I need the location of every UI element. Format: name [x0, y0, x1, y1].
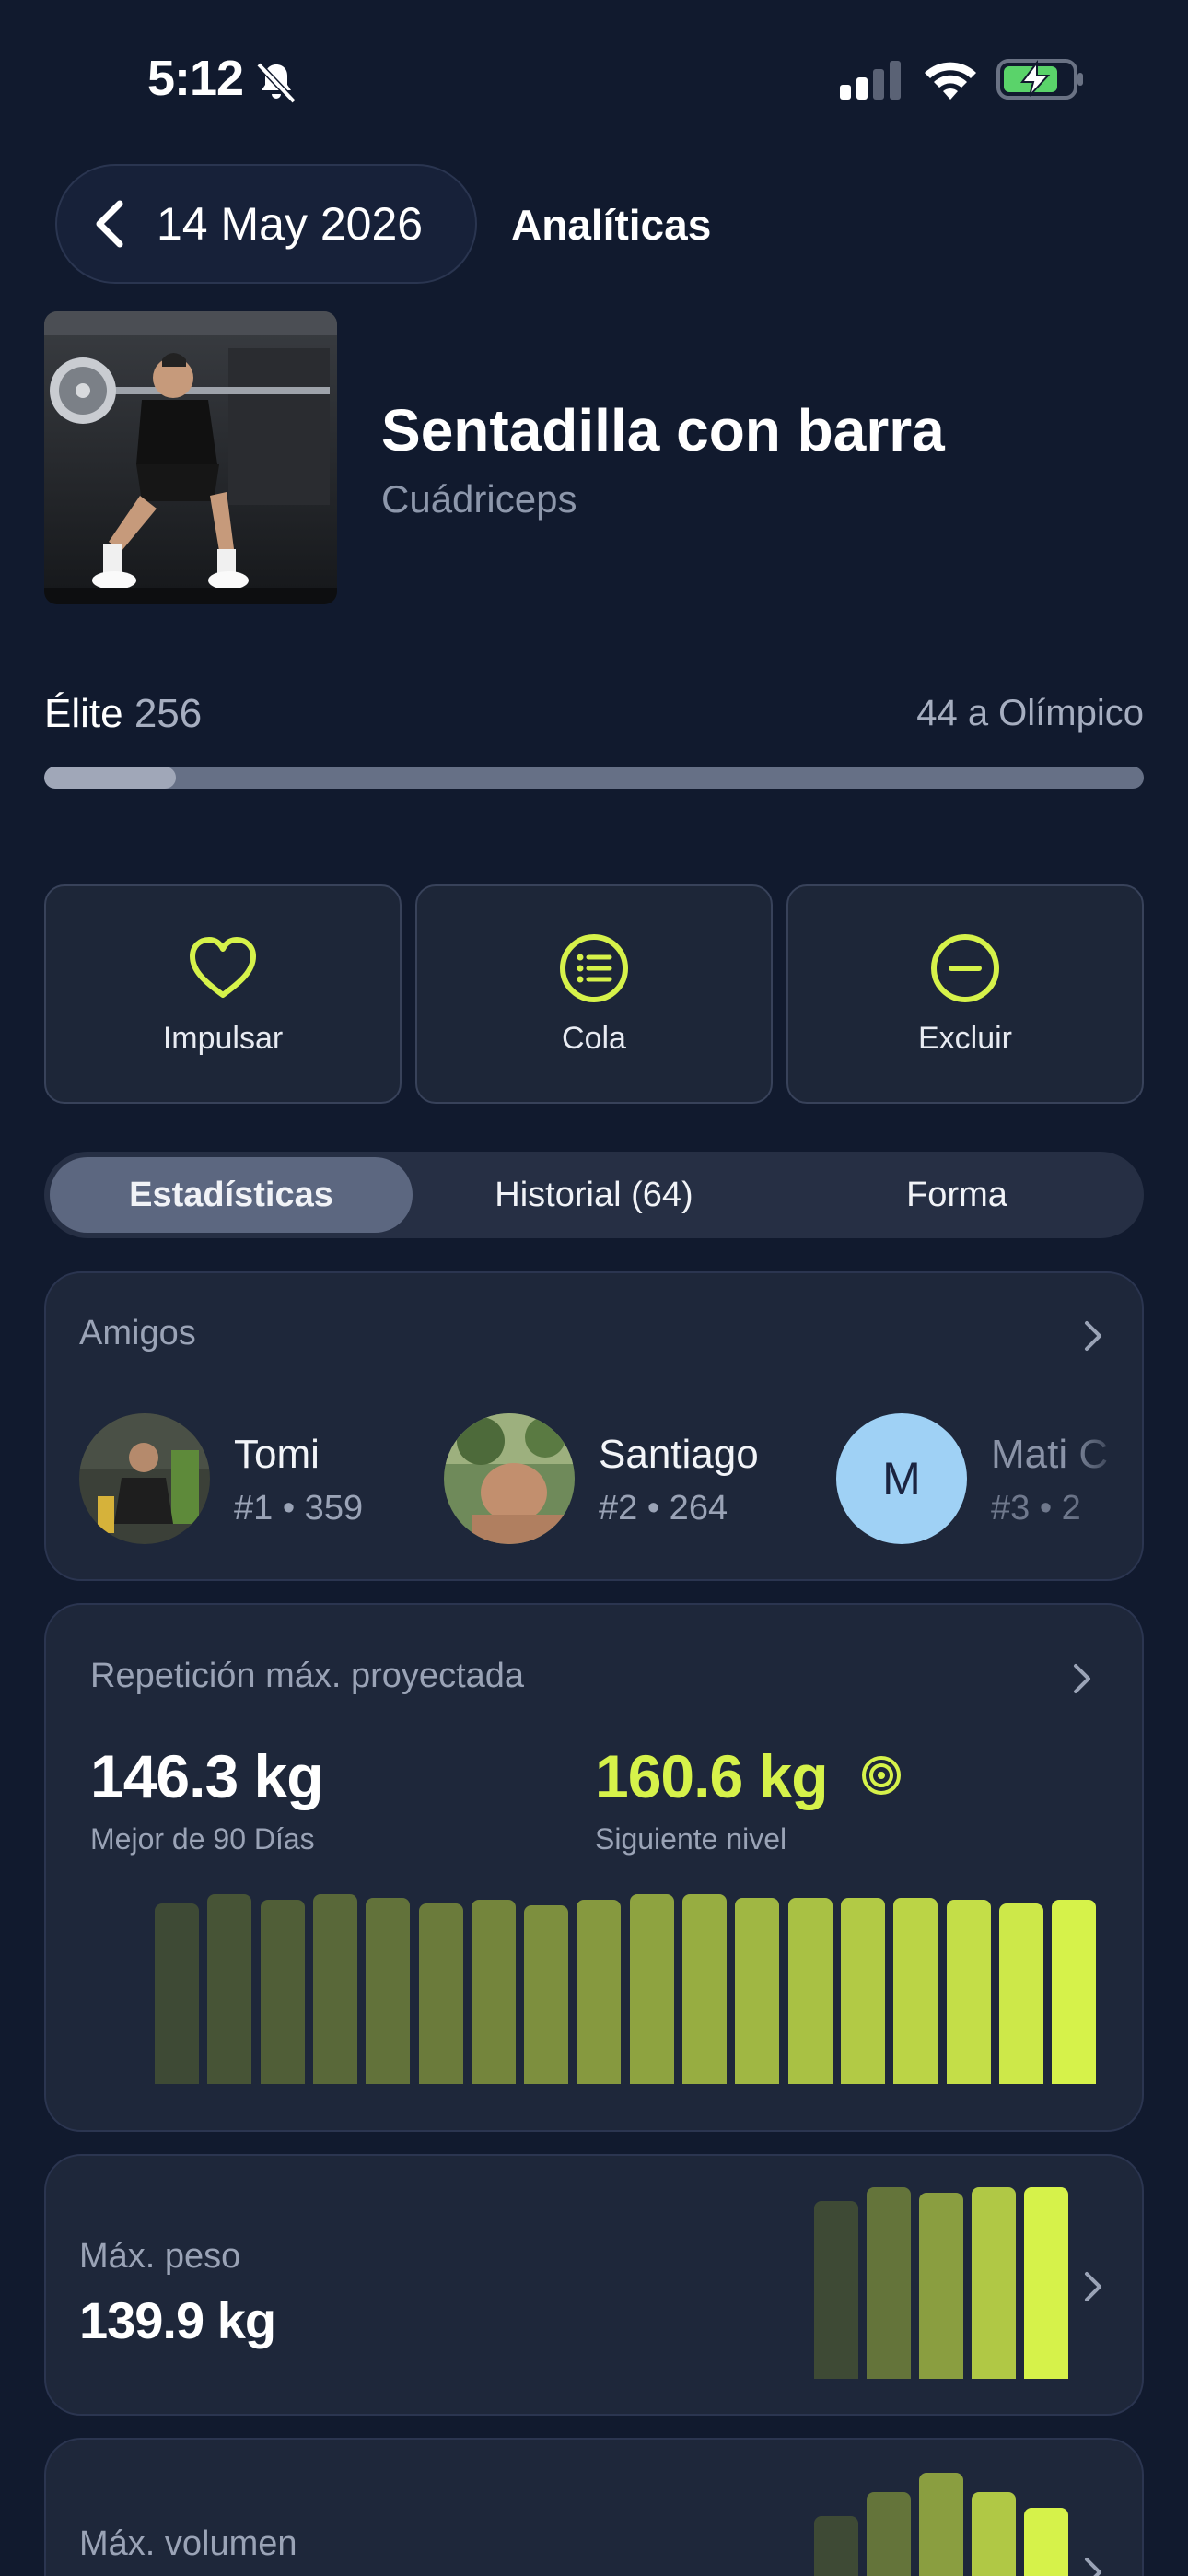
max-volume-bar — [972, 2492, 1016, 2576]
tab-history[interactable]: Historial (64) — [413, 1157, 775, 1233]
friend-name: Santiago — [599, 1432, 759, 1477]
chevron-right-icon — [1085, 1321, 1101, 1351]
max-weight-bar — [919, 2193, 963, 2379]
friend-rank: #1 • 359 — [234, 1489, 364, 1528]
exclude-button[interactable]: Excluir — [786, 884, 1144, 1104]
rank-score: 256 — [134, 691, 203, 736]
friends-title: Amigos — [79, 1314, 196, 1352]
rank-next-tier: 44 a Olímpico — [916, 693, 1144, 733]
projected-1rm-title: Repetición máx. proyectada — [90, 1657, 525, 1695]
target-icon — [862, 1756, 901, 1795]
back-button[interactable]: 14 May 2026 — [55, 164, 477, 284]
battery-charging-icon — [996, 59, 1083, 100]
max-weight-bar — [867, 2187, 911, 2379]
max-volume-bar-chart — [814, 2473, 1072, 2576]
projected-1rm-card[interactable]: Repetición máx. proyectada 146.3 kg Mejo… — [44, 1603, 1144, 2132]
friend-rank: #2 • 264 — [599, 1489, 728, 1528]
max-volume-bar — [814, 2516, 858, 2576]
page-title: Analíticas — [511, 201, 712, 249]
fade-overlay — [1068, 1393, 1142, 1577]
heart-icon — [190, 936, 256, 998]
friends-card[interactable]: Amigos Tomi #1 • 359 Santiago #2 • 264 M… — [44, 1271, 1144, 1581]
chevron-right-icon — [1085, 2272, 1101, 2301]
next-level-label: Siguiente nivel — [595, 1822, 787, 1856]
max-weight-card[interactable]: Máx. peso 139.9 kg — [44, 2154, 1144, 2416]
projected-1rm-bar — [312, 1894, 357, 2084]
chevron-right-icon — [1085, 2558, 1101, 2576]
projected-1rm-bar — [155, 1903, 199, 2084]
projected-1rm-bar — [366, 1898, 411, 2084]
projected-1rm-bar — [893, 1898, 938, 2084]
max-volume-card[interactable]: Máx. volumen — [44, 2438, 1144, 2576]
max-volume-bar — [867, 2492, 911, 2576]
list-icon — [560, 933, 628, 1002]
chevron-left-icon — [96, 200, 123, 248]
bell-muted-icon — [256, 62, 297, 104]
boost-label: Impulsar — [162, 1020, 284, 1056]
avatar[interactable] — [444, 1413, 575, 1544]
projected-1rm-bar — [998, 1903, 1043, 2084]
cellular-signal-icon — [840, 61, 901, 100]
exercise-muscle: Cuádriceps — [381, 477, 577, 521]
rank-progress-fill — [44, 767, 177, 789]
minus-circle-icon — [931, 933, 999, 1002]
queue-button[interactable]: Cola — [415, 884, 773, 1104]
max-volume-bar — [919, 2473, 963, 2576]
back-button-date: 14 May 2026 — [157, 198, 424, 250]
max-weight-bar — [972, 2187, 1016, 2379]
rank-tier: Élite — [44, 691, 123, 736]
projected-1rm-bar — [787, 1898, 833, 2084]
projected-1rm-bar — [735, 1898, 780, 2084]
best-1rm-value: 146.3 kg — [90, 1742, 324, 1810]
boost-button[interactable]: Impulsar — [44, 884, 402, 1104]
wifi-icon — [925, 62, 976, 100]
max-weight-bar-chart — [814, 2187, 1072, 2379]
projected-1rm-bar — [629, 1894, 674, 2084]
chevron-right-icon — [1074, 1664, 1090, 1693]
max-volume-title: Máx. volumen — [79, 2524, 297, 2563]
projected-1rm-bar — [840, 1898, 885, 2084]
tab-bar: Estadísticas Historial (64) Forma — [44, 1152, 1144, 1238]
projected-1rm-bar — [946, 1900, 991, 2084]
rank-progress-bar — [44, 767, 1144, 789]
tab-stats[interactable]: Estadísticas — [50, 1157, 413, 1233]
projected-1rm-bar — [260, 1900, 305, 2084]
max-weight-title: Máx. peso — [79, 2237, 241, 2276]
projected-1rm-bar — [577, 1900, 622, 2084]
max-weight-bar — [1024, 2187, 1068, 2379]
best-1rm-label: Mejor de 90 Días — [90, 1822, 315, 1856]
avatar-initial: M — [882, 1453, 921, 1505]
projected-1rm-bar — [682, 1894, 727, 2084]
max-weight-value: 139.9 kg — [79, 2291, 276, 2349]
status-time: 5:12 — [147, 51, 244, 106]
avatar[interactable] — [79, 1413, 210, 1544]
projected-1rm-bar — [471, 1900, 516, 2084]
max-weight-bar — [814, 2201, 858, 2379]
projected-1rm-bar — [418, 1903, 463, 2084]
projected-1rm-bar — [207, 1894, 252, 2084]
exercise-photo — [44, 311, 337, 604]
projected-1rm-bar — [524, 1905, 569, 2084]
exclude-label: Excluir — [917, 1020, 1013, 1056]
tab-form[interactable]: Forma — [775, 1157, 1138, 1233]
next-level-value: 160.6 kg — [595, 1742, 829, 1810]
avatar[interactable]: M — [836, 1413, 967, 1544]
rank-label: Élite 256 — [44, 691, 202, 737]
exercise-name: Sentadilla con barra — [381, 397, 945, 463]
queue-label: Cola — [562, 1020, 626, 1056]
friend-name: Tomi — [234, 1432, 320, 1477]
max-volume-bar — [1024, 2508, 1068, 2576]
projected-1rm-bar — [1052, 1900, 1097, 2084]
projected-1rm-bar-chart — [155, 1894, 1097, 2084]
